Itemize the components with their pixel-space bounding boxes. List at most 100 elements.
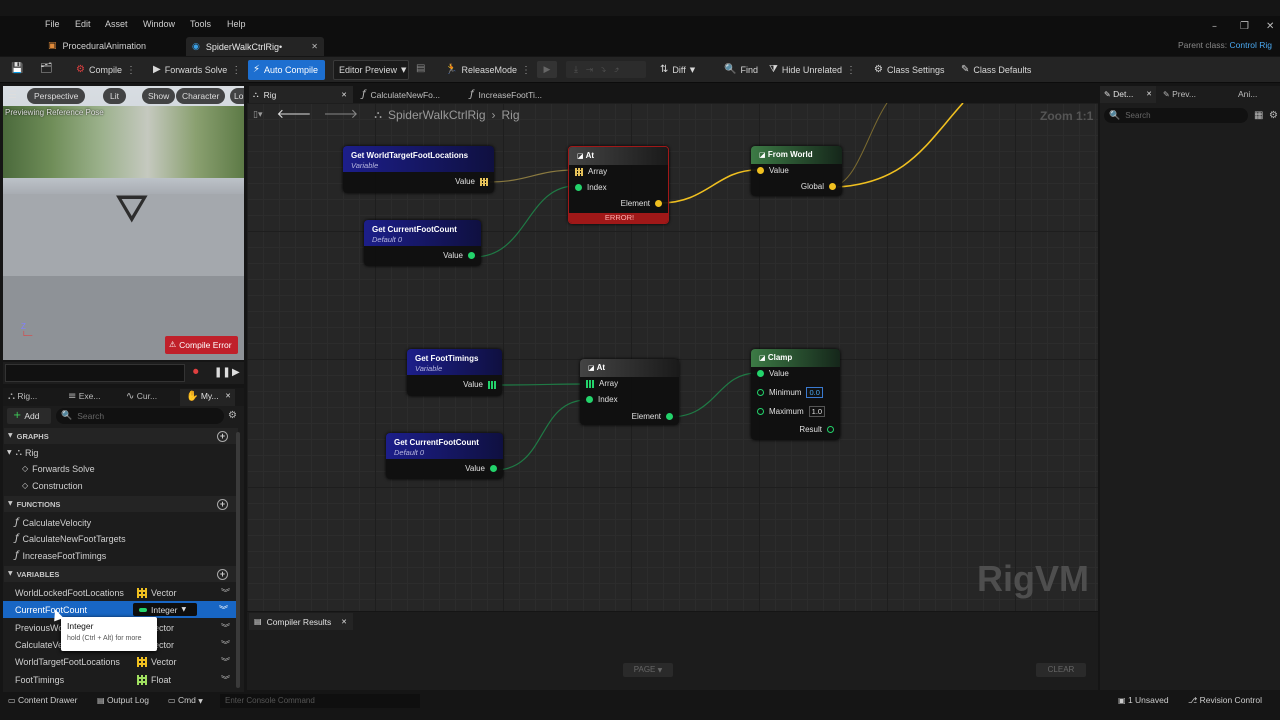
pin-index[interactable]: Index (575, 183, 607, 192)
function-calculate-new-foot-targets[interactable]: ƒ CalculateNewFootTargets (0, 530, 238, 547)
search-input[interactable]: 🔍 Search (56, 408, 224, 424)
graph-construction[interactable]: ◇ Construction (0, 477, 238, 494)
release-mode-button[interactable]: 🏃 ReleaseMode ⋮ (445, 62, 531, 78)
node-from-world[interactable]: ◪ From World Value Global (751, 146, 842, 196)
pin-value[interactable]: Value (455, 177, 488, 186)
pin-value[interactable]: Value (443, 251, 475, 260)
close-tab-icon[interactable]: ✕ (341, 90, 347, 100)
pin-element[interactable]: Element (632, 412, 673, 421)
variable-type[interactable]: ector (154, 640, 174, 650)
node-get-world-target-foot-locations[interactable]: Get WorldTargetFootLocations Variable Va… (343, 146, 494, 193)
tab-procedural-animation[interactable]: ▣ ProceduralAnimation (42, 38, 182, 54)
cmd-dropdown[interactable]: ▭ Cmd ▼ (168, 695, 203, 707)
find-button[interactable]: 🔍 Find (724, 62, 758, 78)
class-defaults-button[interactable]: ✎ Class Defaults (961, 62, 1031, 78)
minimum-input[interactable]: 0.0 (806, 387, 823, 398)
play-forward-icon[interactable]: ▶ (232, 368, 240, 378)
tab-curves[interactable]: ∿ Cur... (126, 391, 157, 402)
lod-button[interactable]: Lo (230, 88, 244, 104)
details-search-input[interactable]: 🔍 Search (1104, 108, 1248, 123)
variable-type[interactable]: ector (154, 623, 174, 633)
console-input[interactable]: Enter Console Command (220, 694, 420, 708)
add-button[interactable]: + Add (7, 408, 51, 424)
breadcrumb-asset[interactable]: SpiderWalkCtrlRig (388, 108, 486, 122)
editor-preview-dropdown[interactable]: Editor Preview ▼ (333, 60, 409, 80)
restore-icon[interactable]: ❐ (1240, 22, 1249, 32)
section-functions[interactable]: ▼ FUNCTIONS + (4, 496, 238, 512)
table-view-icon[interactable]: ▦ (1254, 111, 1263, 121)
debug-play-button[interactable]: ▶ (537, 61, 557, 78)
pin-result[interactable]: Result (799, 425, 834, 434)
chevron-down-icon[interactable]: ︾ (221, 621, 230, 634)
viewport[interactable]: ⛛ Previewing Reference Pose Z └─ ⚠ Compil… (3, 86, 244, 360)
output-log-button[interactable]: ▤ Output Log (97, 695, 149, 706)
menu-asset[interactable]: Asset (105, 19, 128, 29)
function-increase-foot-timings[interactable]: ƒ IncreaseFootTimings (0, 547, 238, 564)
pin-value[interactable]: Value (757, 166, 789, 175)
menu-tools[interactable]: Tools (190, 19, 211, 29)
unsaved-indicator[interactable]: ▣ 1 Unsaved (1118, 695, 1169, 706)
menu-help[interactable]: Help (227, 19, 246, 29)
node-clamp[interactable]: ◪ Clamp Value Minimum 0.0 Maximum 1.0 Resu… (751, 349, 840, 440)
pin-array[interactable]: Array (575, 167, 607, 176)
maximum-input[interactable]: 1.0 (808, 406, 826, 417)
release-mode-options-icon[interactable]: ⋮ (521, 65, 531, 76)
pin-maximum[interactable]: Maximum 1.0 (757, 406, 826, 417)
revision-control-button[interactable]: ⎇ Revision Control (1188, 695, 1262, 706)
pause-icon[interactable]: ❚❚ (214, 368, 231, 378)
compile-error-badge[interactable]: ⚠ Compile Error (165, 336, 238, 354)
variable-foot-timings[interactable]: FootTimings Float ︾ (0, 671, 238, 688)
forwards-solve-button[interactable]: ▶ Forwards Solve ⋮ (153, 62, 241, 78)
menu-edit[interactable]: Edit (75, 19, 91, 29)
graph-tab-calculate[interactable]: ƒ CalculateNewFo... (360, 86, 460, 103)
tab-preview[interactable]: ✎ Prev... (1163, 89, 1196, 100)
variable-type[interactable]: Vector (137, 656, 177, 667)
compile-options-icon[interactable]: ⋮ (126, 65, 136, 76)
variable-type[interactable]: Vector (137, 587, 177, 598)
close-tab-icon[interactable]: ✕ (1146, 89, 1152, 99)
chevron-down-icon[interactable]: ︾ (221, 638, 230, 651)
section-variables[interactable]: ▼ VARIABLES + (4, 566, 238, 582)
forward-arrow-icon[interactable]: 🡒 (323, 108, 358, 121)
node-get-current-foot-count-2[interactable]: Get CurrentFootCount Default 0 Value (386, 433, 503, 479)
function-calculate-velocity[interactable]: ƒ CalculateVelocity (0, 514, 238, 531)
page-dropdown[interactable]: PAGE ▼ (623, 663, 673, 677)
clear-button[interactable]: CLEAR (1036, 663, 1086, 677)
graph-forwards-solve[interactable]: ◇ Forwards Solve (0, 460, 238, 477)
tab-my-blueprint[interactable]: ✋ My... ✕ (180, 389, 235, 406)
timeline-field[interactable] (5, 364, 185, 382)
browse-icon[interactable]: 🗂 (40, 64, 53, 74)
pin-value[interactable]: Value (757, 369, 789, 378)
chevron-down-icon[interactable]: ︾ (221, 655, 230, 668)
tab-rig-hierarchy[interactable]: ⛬ Rig... (8, 391, 37, 402)
graph-canvas[interactable]: ▯▾ 🡐 🡒 ⛬ SpiderWalkCtrlRig › Rig Zoom 1:… (247, 103, 1098, 611)
hide-unrelated-options-icon[interactable]: ⋮ (846, 65, 856, 76)
node-get-foot-timings[interactable]: Get FootTimings Variable Value (407, 349, 502, 396)
hamburger-icon[interactable]: ☰ (8, 91, 17, 101)
close-window-icon[interactable]: ✕ (1266, 22, 1274, 32)
node-at[interactable]: ◪ At Array Index Element (580, 359, 679, 425)
section-graphs[interactable]: ▼ GRAPHS + (4, 428, 238, 444)
tab-spider-walk-ctrl-rig[interactable]: ◉ SpiderWalkCtrlRig• ✕ (186, 37, 324, 56)
graph-dropdown-icon[interactable]: ▯▾ (253, 110, 262, 120)
tab-execution-stack[interactable]: ≡ Exe... (68, 391, 101, 402)
chevron-down-icon[interactable]: ︾ (221, 586, 230, 599)
class-settings-button[interactable]: ⚙ Class Settings (874, 62, 945, 78)
save-icon[interactable]: 💾 (11, 64, 23, 74)
variable-current-foot-count[interactable]: CurrentFootCount Integer ▼ ︾ (3, 601, 236, 618)
close-tab-icon[interactable]: ✕ (225, 391, 231, 401)
graph-rig[interactable]: ▼ ⛬ Rig (0, 444, 238, 461)
pin-global[interactable]: Global (801, 182, 836, 191)
pin-value[interactable]: Value (463, 380, 496, 389)
add-variable-icon[interactable]: + (217, 568, 228, 580)
variable-type-dropdown[interactable]: Integer ▼ (133, 603, 197, 616)
record-icon[interactable]: ⏺ (193, 366, 199, 377)
panel-scrollbar[interactable] (236, 432, 240, 688)
content-drawer-button[interactable]: ▭ Content Drawer (8, 695, 77, 706)
variable-world-target-foot-locations[interactable]: WorldTargetFootLocations Vector ︾ (0, 653, 238, 670)
chevron-down-icon[interactable]: ︾ (219, 603, 228, 616)
show-button[interactable]: Show (142, 88, 176, 104)
node-get-current-foot-count[interactable]: Get CurrentFootCount Default 0 Value (364, 220, 481, 266)
pin-array[interactable]: Array (586, 379, 618, 388)
settings-gear-icon[interactable]: ⚙ (1269, 111, 1278, 121)
